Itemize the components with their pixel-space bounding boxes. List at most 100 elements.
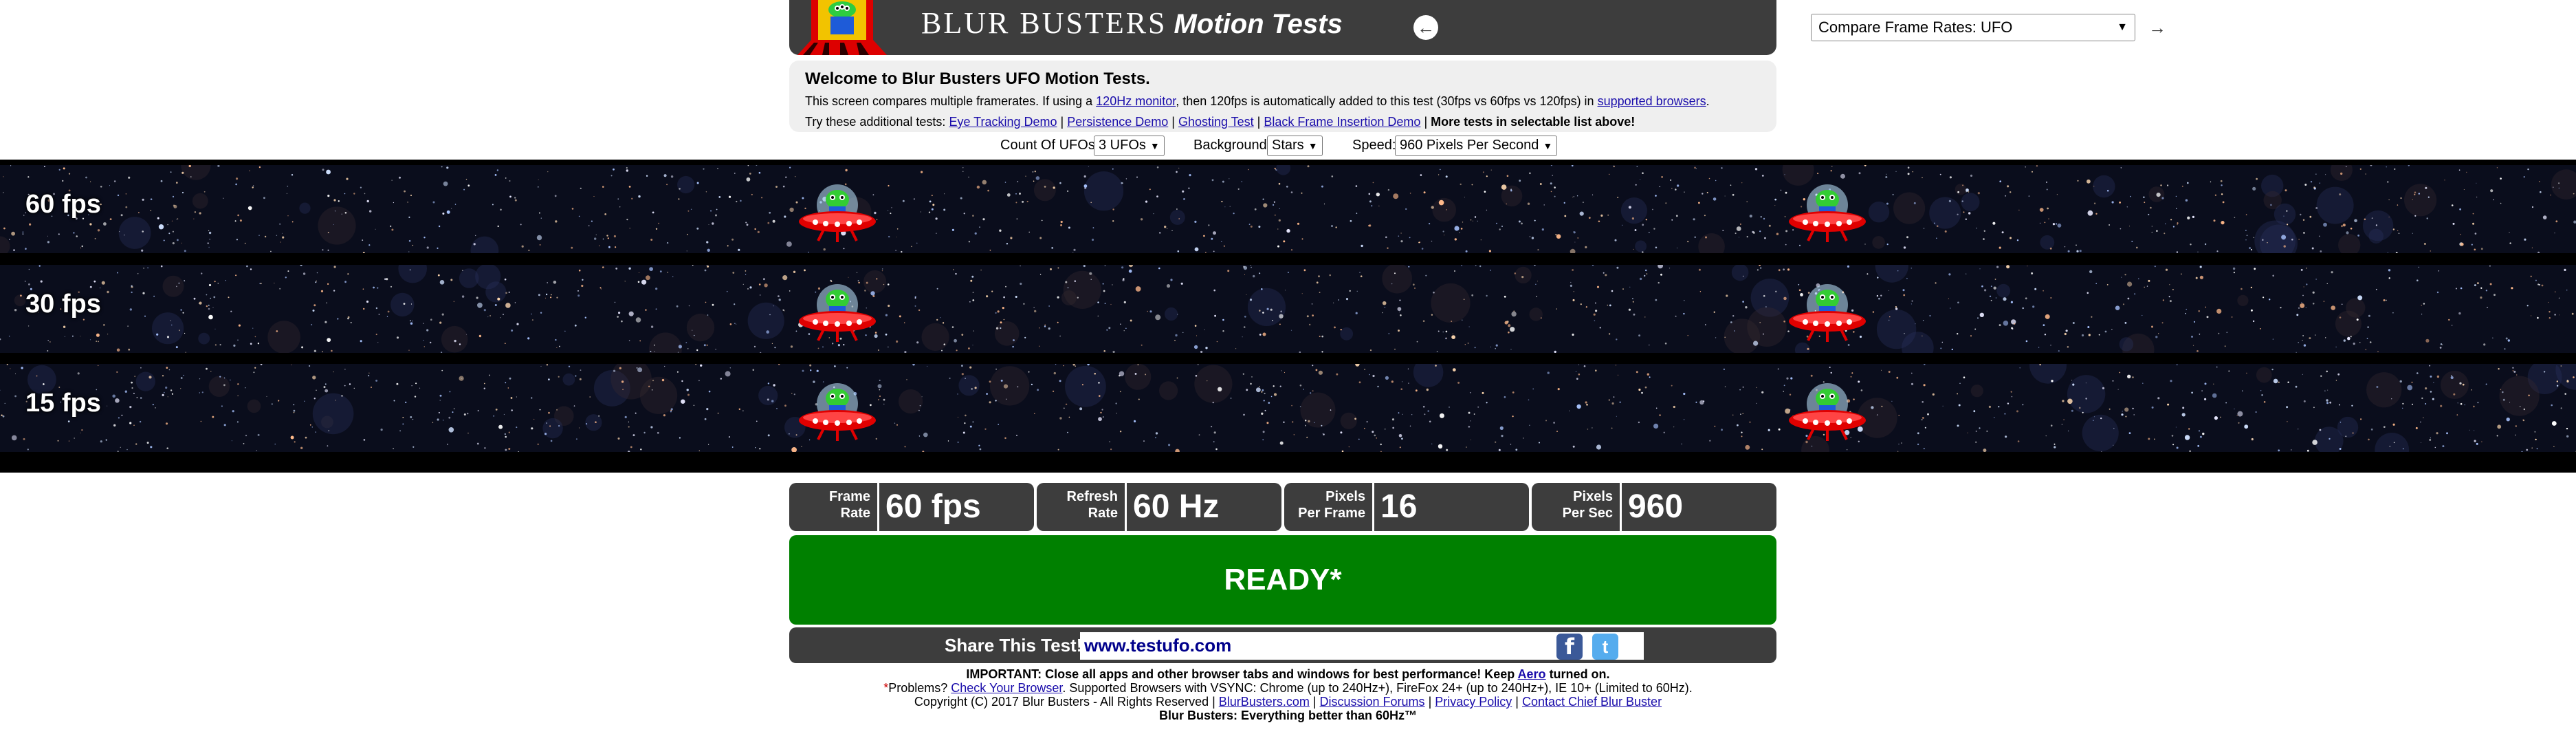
separator: | [1309, 695, 1320, 709]
separator: | [1420, 115, 1431, 129]
previous-test-button[interactable]: ← [1413, 15, 1438, 40]
link-check-browser[interactable]: Check Your Browser [951, 681, 1062, 695]
ufo-icon [796, 279, 879, 347]
starfield-background [0, 165, 2576, 253]
footer-text: turned on. [1545, 667, 1610, 681]
link-persistence-demo[interactable]: Persistence Demo [1067, 115, 1168, 129]
starfield-background [0, 364, 2576, 452]
browser-support-note: *Problems? Check Your Browser. Supported… [0, 681, 2576, 695]
ready-status-banner: READY* [789, 535, 1776, 625]
label-line: Frame [828, 489, 870, 504]
next-test-button[interactable]: → [2145, 15, 2170, 40]
label-line: Rate [1088, 506, 1118, 521]
label-line: Pixels [1325, 489, 1365, 504]
share-label: Share This Test! [945, 635, 1083, 656]
welcome-heading: Welcome to Blur Busters UFO Motion Tests… [805, 69, 1150, 88]
link-privacy-policy[interactable]: Privacy Policy [1435, 695, 1512, 709]
link-aero[interactable]: Aero [1518, 667, 1546, 681]
pixels-per-sec-value: 960 [1628, 488, 1684, 525]
label-line: Per Sec [1562, 506, 1613, 521]
link-black-frame-insertion-demo[interactable]: Black Frame Insertion Demo [1264, 115, 1420, 129]
tagline: Blur Busters: Everything better than 60H… [1158, 709, 1418, 722]
ufo-count-label: Count Of UFOs: [1000, 138, 1099, 153]
pixels-per-frame-label: Pixels Per Frame [1284, 488, 1365, 521]
blur-busters-logo[interactable] [791, 0, 928, 55]
ufo-icon [1786, 378, 1869, 446]
test-select-value: Compare Frame Rates: UFO [1818, 19, 2013, 36]
frame-rate-stat: Frame Rate 60 fps [789, 483, 1034, 531]
dropdown-arrow-icon: ▼ [1149, 140, 1160, 151]
lane-fps-label: 15 fps [25, 389, 101, 418]
site-title-main: BLUR BUSTERS [921, 6, 1167, 40]
dropdown-arrow-icon: ▼ [1308, 140, 1318, 151]
lane-60fps: 60 fps [0, 165, 2576, 253]
link-eye-tracking-demo[interactable]: Eye Tracking Demo [949, 115, 1057, 129]
lane-30fps: 30 fps [0, 265, 2576, 353]
dropdown-arrow-icon: ▼ [2117, 21, 2128, 33]
copyright-text: Copyright (C) 2017 Blur Busters - All Ri… [914, 695, 1219, 709]
frame-rate-value: 60 fps [885, 488, 981, 525]
speed-label: Speed: [1352, 138, 1396, 153]
pixels-per-sec-label: Pixels Per Sec [1532, 488, 1613, 521]
share-url-value: www.testufo.com [1084, 635, 1232, 656]
footer-text: IMPORTANT: Close all apps and other brow… [966, 667, 1518, 681]
separator: | [1168, 115, 1178, 129]
divider [1620, 483, 1622, 531]
starfield-background [0, 265, 2576, 353]
link-contact[interactable]: Contact Chief Blur Buster [1522, 695, 1662, 709]
link-supported-browsers[interactable]: supported browsers [1598, 94, 1706, 108]
site-header: BLUR BUSTERS Motion Tests ← Compare Frame… [789, 0, 2170, 55]
ufo-icon [1786, 279, 1869, 347]
separator: | [1057, 115, 1068, 129]
left-arrow-icon: ← [1417, 17, 1435, 38]
speed-select[interactable]: 960 Pixels Per Second ▼ [1395, 136, 1558, 156]
refresh-rate-label: Refresh Rate [1037, 488, 1118, 521]
info-line-1: This screen compares multiple framerates… [805, 91, 1761, 111]
link-discussion-forums[interactable]: Discussion Forums [1320, 695, 1425, 709]
site-title: BLUR BUSTERS Motion Tests [921, 6, 1343, 41]
ufo-count-value: 3 UFOs [1099, 138, 1146, 153]
background-label: Background: [1193, 138, 1271, 153]
copyright-line: Copyright (C) 2017 Blur Busters - All Ri… [0, 695, 2576, 709]
stats-bar: Frame Rate 60 fps Refresh Rate 60 Hz Pixel… [789, 483, 1776, 531]
refresh-rate-stat: Refresh Rate 60 Hz [1037, 483, 1281, 531]
ufo-icon [1786, 179, 1869, 248]
link-120hz-monitor[interactable]: 120Hz monitor [1096, 94, 1176, 108]
more-tests-note: More tests in selectable list above! [1431, 115, 1636, 129]
ufo-icon [796, 179, 879, 248]
pixels-per-frame-stat: Pixels Per Frame 16 [1284, 483, 1529, 531]
label-line: Per Frame [1298, 506, 1365, 521]
separator: | [1512, 695, 1522, 709]
divider [877, 483, 879, 531]
info-text: . [1706, 94, 1710, 108]
share-bar: Share This Test! www.testufo.com f t [789, 627, 1776, 663]
pixels-per-sec-stat: Pixels Per Sec 960 [1532, 483, 1776, 531]
footer-text: . Supported Browsers with VSYNC: Chrome … [1062, 681, 1693, 695]
separator: | [1424, 695, 1435, 709]
separator: | [1253, 115, 1264, 129]
footer-text: Problems? [888, 681, 951, 695]
ufo-count-select[interactable]: 3 UFOs ▼ [1094, 136, 1165, 156]
background-value: Stars [1272, 138, 1304, 153]
twitter-icon[interactable]: t [1592, 634, 1618, 660]
ufo-animation-area: 60 fps 30 fps 15 fps [0, 160, 2576, 473]
refresh-rate-value: 60 Hz [1133, 488, 1220, 525]
link-ghosting-test[interactable]: Ghosting Test [1178, 115, 1254, 129]
background-select[interactable]: Stars ▼ [1267, 136, 1323, 156]
lane-fps-label: 30 fps [25, 290, 101, 319]
settings-row: Count Of UFOs: 3 UFOs ▼ Background: Stars… [0, 135, 2576, 158]
right-arrow-icon: → [2148, 17, 2166, 38]
label-line: Refresh [1066, 489, 1118, 504]
info-text: This screen compares multiple framerates… [805, 94, 1097, 108]
test-select-dropdown[interactable]: Compare Frame Rates: UFO ▼ [1811, 14, 2135, 41]
site-title-sub: Motion Tests [1174, 9, 1343, 39]
label-line: Pixels [1573, 489, 1613, 504]
divider [1125, 483, 1127, 531]
welcome-panel: Welcome to Blur Busters UFO Motion Tests… [789, 61, 1776, 132]
facebook-icon[interactable]: f [1556, 634, 1583, 660]
ufo-icon [796, 378, 879, 446]
info-text: , then 120fps is automatically added to … [1176, 94, 1598, 108]
info-line-2: Try these additional tests: Eye Tracking… [805, 111, 1761, 132]
pixels-per-frame-value: 16 [1380, 488, 1418, 525]
link-blurbusters[interactable]: BlurBusters.com [1219, 695, 1310, 709]
